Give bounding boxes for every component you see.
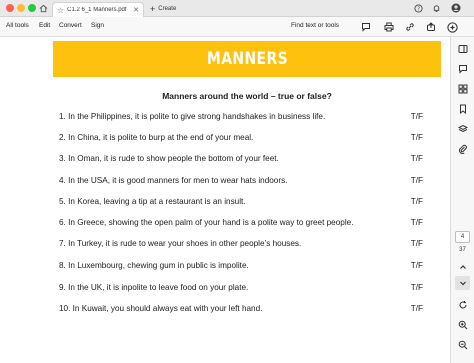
title-bar: ☆ C1.2 6_1 Manners.pdf ✕ + Create ? <box>0 0 474 17</box>
question-row: 3. In Oman, it is rude to show people th… <box>59 154 435 166</box>
question-row: 10. In Kuwait, you should always eat wit… <box>59 304 435 316</box>
question-text: 4. In the USA, it is good manners for me… <box>59 176 288 185</box>
panel-toggle-icon[interactable] <box>457 43 469 55</box>
answer-tf: T/F <box>410 304 423 313</box>
question-row: 1. In the Philippines, it is polite to g… <box>59 112 435 124</box>
question-text: 9. In the UK, it is inpolite to leave fo… <box>59 283 249 292</box>
find-text-or-tools[interactable]: Find text or tools <box>291 22 339 29</box>
share-icon[interactable] <box>425 21 437 33</box>
print-icon[interactable] <box>383 21 395 33</box>
banner-title: MANNERS <box>206 49 288 69</box>
answer-tf: T/F <box>410 239 423 248</box>
chevron-down-icon[interactable] <box>457 277 469 289</box>
document-viewport[interactable]: MANNERS Manners around the world – true … <box>0 37 450 363</box>
question-text: 7. In Turkey, it is rude to wear your sh… <box>59 239 302 248</box>
answer-tf: T/F <box>410 133 423 142</box>
title-banner: MANNERS <box>53 41 441 77</box>
close-icon[interactable]: ✕ <box>133 6 139 14</box>
zoom-out-icon[interactable] <box>457 339 469 351</box>
star-icon[interactable]: ☆ <box>57 6 64 15</box>
question-text: 10. In Kuwait, you should always eat wit… <box>59 304 263 313</box>
zoom-in-icon[interactable] <box>457 319 469 331</box>
attachments-icon[interactable] <box>457 143 469 155</box>
answer-tf: T/F <box>410 112 423 121</box>
menu-edit[interactable]: Edit <box>39 22 50 29</box>
create-label: Create <box>158 6 177 12</box>
tab-title: C1.2 6_1 Manners.pdf <box>67 7 127 13</box>
window-close-control[interactable] <box>6 4 14 12</box>
answer-tf: T/F <box>410 218 423 227</box>
plus-icon: + <box>150 4 156 14</box>
question-row: 8. In Luxembourg, chewing gum in public … <box>59 261 435 273</box>
pdf-page: MANNERS Manners around the world – true … <box>53 41 441 363</box>
worksheet-subtitle: Manners around the world – true or false… <box>162 91 332 101</box>
answer-tf: T/F <box>410 283 423 292</box>
document-tab[interactable]: ☆ C1.2 6_1 Manners.pdf ✕ <box>52 2 144 17</box>
answer-tf: T/F <box>410 197 423 206</box>
rotate-icon[interactable] <box>457 299 469 311</box>
answer-tf: T/F <box>410 261 423 270</box>
main-toolbar: All tools Edit Convert Sign Find text or… <box>0 17 474 37</box>
question-row: 2. In China, it is polite to burp at the… <box>59 133 435 145</box>
svg-text:?: ? <box>417 6 420 12</box>
answer-tf: T/F <box>410 176 423 185</box>
menu-all-tools[interactable]: All tools <box>6 22 29 29</box>
layers-icon[interactable] <box>457 123 469 135</box>
create-button[interactable]: + Create <box>150 3 176 15</box>
question-row: 6. In Greece, showing the open palm of y… <box>59 218 435 230</box>
right-rail: 4 37 <box>450 37 474 363</box>
home-icon[interactable] <box>38 2 48 15</box>
comment-icon[interactable] <box>360 21 372 33</box>
bell-icon[interactable] <box>431 3 441 13</box>
question-text: 6. In Greece, showing the open palm of y… <box>59 218 354 227</box>
question-row: 9. In the UK, it is inpolite to leave fo… <box>59 283 435 295</box>
window-minimize-control[interactable] <box>17 4 25 12</box>
window-zoom-control[interactable] <box>28 4 36 12</box>
menu-convert[interactable]: Convert <box>59 22 82 29</box>
bookmarks-icon[interactable] <box>457 103 469 115</box>
question-text: 8. In Luxembourg, chewing gum in public … <box>59 261 249 270</box>
question-row: 5. In Korea, leaving a tip at a restaura… <box>59 197 435 209</box>
question-text: 2. In China, it is polite to burp at the… <box>59 133 254 142</box>
chevron-up-icon[interactable] <box>457 261 469 273</box>
page-total: 37 <box>459 247 466 253</box>
question-text: 3. In Oman, it is rude to show people th… <box>59 154 279 163</box>
comments-icon[interactable] <box>457 63 469 75</box>
question-row: 4. In the USA, it is good manners for me… <box>59 176 435 188</box>
answer-tf: T/F <box>410 154 423 163</box>
help-icon[interactable]: ? <box>413 3 423 13</box>
question-text: 5. In Korea, leaving a tip at a restaura… <box>59 197 246 206</box>
menu-sign[interactable]: Sign <box>91 22 104 29</box>
question-text: 1. In the Philippines, it is polite to g… <box>59 112 326 121</box>
question-row: 7. In Turkey, it is rude to wear your sh… <box>59 239 435 251</box>
page-number-input[interactable]: 4 <box>455 231 470 243</box>
thumbnails-icon[interactable] <box>457 83 469 95</box>
link-icon[interactable] <box>404 21 416 33</box>
avatar-icon[interactable] <box>451 3 461 13</box>
ai-assistant-icon[interactable] <box>446 21 458 33</box>
